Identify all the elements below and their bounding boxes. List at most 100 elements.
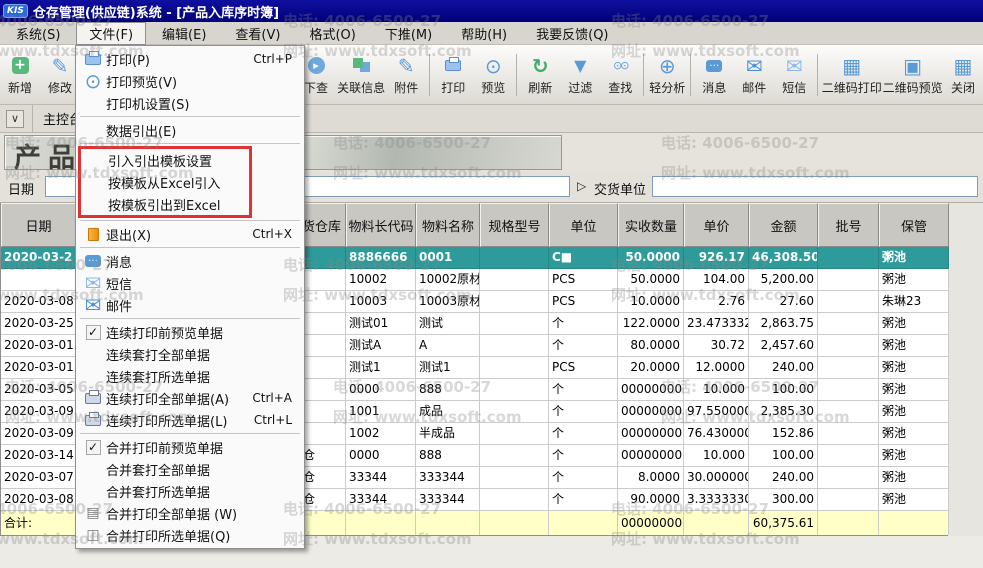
cell-batch (818, 269, 879, 291)
column-header-金额[interactable]: 金额 (749, 203, 818, 247)
column-header-保管[interactable]: 保管 (879, 203, 949, 247)
menu-item-合并打印前预览单据[interactable]: ✓合并打印前预览单据 (76, 436, 304, 458)
menu-item-连续打印全部单据(A)[interactable]: 连续打印全部单据(A)Ctrl+A (76, 387, 304, 409)
toolbar-button-过滤[interactable]: ▼过滤 (560, 48, 600, 102)
menu-shortcut: Ctrl+A (252, 391, 304, 405)
toolbar-button-邮件[interactable]: ✉邮件 (734, 48, 774, 102)
cell-unit: 个 (549, 445, 618, 467)
check-icon: ✓ (80, 325, 106, 340)
menubar-item-查看(V)[interactable]: 查看(V) (222, 22, 293, 45)
toolbar-button-二维码打印[interactable]: ▦二维码打印 (821, 48, 882, 102)
cell-name: 半成品 (416, 423, 480, 445)
toolbar-button-附件[interactable]: ✎附件 (386, 48, 426, 102)
toolbar-button-label: 刷新 (528, 79, 552, 96)
toolbar-button-label: 新增 (8, 79, 32, 96)
toolbar-button-打印[interactable]: 打印 (433, 48, 473, 102)
cell-price: 104.00 (684, 269, 749, 291)
total-cell-amount: 60,375.61 (749, 511, 818, 535)
toolbar-button-label: 关联信息 (337, 79, 385, 96)
cell-price: 12.0000 (684, 357, 749, 379)
cell-date: 2020-03-08 (1, 291, 76, 313)
column-header-单位[interactable]: 单位 (549, 203, 618, 247)
add-icon: + (12, 57, 29, 74)
menu-item-数据引出(E)[interactable]: 数据引出(E) (76, 119, 304, 141)
toolbar-button-查找[interactable]: ⊙⊙查找 (600, 48, 640, 102)
menu-item-按模板引出到Excel[interactable]: 按模板引出到Excel (81, 193, 249, 215)
expand-arrow-icon[interactable]: ▷ (577, 179, 586, 193)
menu-item-连续打印前预览单据[interactable]: ✓连续打印前预览单据 (76, 321, 304, 343)
attach-icon: ✎ (398, 54, 415, 78)
toolbar-separator (429, 54, 430, 96)
cell-amount: 300.00 (749, 489, 818, 511)
toolbar-button-刷新[interactable]: ↻刷新 (520, 48, 560, 102)
toolbar-button-新增[interactable]: + 新增 (0, 48, 40, 102)
menu-item-连续套打所选单据[interactable]: 连续套打所选单据 (76, 365, 304, 387)
book-icon: ▤ (86, 505, 99, 521)
toolbar-separator (817, 54, 818, 96)
menu-item-短信[interactable]: ✉短信 (76, 272, 304, 294)
column-header-实收数量[interactable]: 实收数量 (618, 203, 684, 247)
menubar-item-我要反馈(Q)[interactable]: 我要反馈(Q) (523, 22, 621, 45)
menu-separator (80, 318, 300, 319)
menubar-item-文件(F)[interactable]: 文件(F) (76, 22, 146, 45)
column-header-物料名称[interactable]: 物料名称 (416, 203, 480, 247)
sms-icon: ✉ (80, 271, 106, 295)
column-header-单价[interactable]: 单价 (684, 203, 749, 247)
menubar-item-编辑(E)[interactable]: 编辑(E) (149, 22, 219, 45)
toolbar-button-label: 邮件 (742, 79, 766, 96)
menu-item-打印(P)[interactable]: 打印(P)Ctrl+P (76, 48, 304, 70)
menubar-item-下推(M)[interactable]: 下推(M) (372, 22, 445, 45)
menu-item-引入引出模板设置[interactable]: 引入引出模板设置 (81, 149, 249, 171)
toolbar-button-label: 二维码预览 (883, 79, 943, 96)
column-header-规格型号[interactable]: 规格型号 (480, 203, 549, 247)
cell-code: 0000 (346, 379, 416, 401)
toolbar-button-预览[interactable]: ⊙预览 (473, 48, 513, 102)
cell-qty: 0000000000 (618, 445, 684, 467)
menu-item-打印预览(V)[interactable]: ⊙打印预览(V) (76, 70, 304, 92)
related-info-icon (353, 58, 363, 68)
toolbar-button-label: 预览 (481, 79, 505, 96)
total-cell-name (416, 511, 480, 535)
menu-item-邮件[interactable]: ✉邮件 (76, 294, 304, 316)
toolbar-button-label: 附件 (394, 79, 418, 96)
column-header-物料长代码[interactable]: 物料长代码 (346, 203, 416, 247)
cell-qty: 122.0000 (618, 313, 684, 335)
chevron-down-icon[interactable]: ∨ (6, 110, 24, 128)
cell-keeper: 粥池 (879, 247, 949, 269)
menu-item-合并打印全部单据 (W)[interactable]: ▤合并打印全部单据 (W) (76, 502, 304, 524)
delivery-unit-input[interactable] (652, 176, 978, 197)
cell-keeper: 粥池 (879, 423, 949, 445)
toolbar-button-二维码预览[interactable]: ▣二维码预览 (882, 48, 943, 102)
menu-item-label: 连续打印所选单据(L) (106, 411, 227, 430)
menu-item-退出(X)[interactable]: 退出(X)Ctrl+X (76, 223, 304, 245)
toolbar-button-消息[interactable]: …消息 (694, 48, 734, 102)
menu-item-消息[interactable]: …消息 (76, 250, 304, 272)
menu-item-label: 打印机设置(S) (106, 94, 189, 113)
cell-batch (818, 401, 879, 423)
menubar-item-系统(S)[interactable]: 系统(S) (3, 22, 73, 45)
cell-price: 2.76 (684, 291, 749, 313)
toolbar-button-关闭[interactable]: ▦关闭 (943, 48, 983, 102)
toolbar-button-修改[interactable]: ✎修改 (40, 48, 80, 102)
toolbar-button-关联信息[interactable]: 关联信息 (336, 48, 386, 102)
menu-item-连续套打全部单据[interactable]: 连续套打全部单据 (76, 343, 304, 365)
column-header-日期[interactable]: 日期 (1, 203, 76, 247)
column-header-批号[interactable]: 批号 (818, 203, 879, 247)
toolbar-button-轻分析[interactable]: ⊕轻分析 (647, 48, 687, 102)
menu-item-按模板从Excel引入[interactable]: 按模板从Excel引入 (81, 171, 249, 193)
cell-name: 333344 (416, 489, 480, 511)
cell-price: 10.000 (684, 379, 749, 401)
cell-batch (818, 379, 879, 401)
menu-item-合并套打所选单据[interactable]: 合并套打所选单据 (76, 480, 304, 502)
menubar-item-格式(O)[interactable]: 格式(O) (296, 22, 368, 45)
menu-item-打印机设置(S)[interactable]: 打印机设置(S) (76, 92, 304, 114)
menu-item-合并套打全部单据[interactable]: 合并套打全部单据 (76, 458, 304, 480)
cell-date (1, 269, 76, 291)
menu-item-合并打印所选单据(Q)[interactable]: ◫合并打印所选单据(Q) (76, 524, 304, 546)
menu-shortcut: Ctrl+P (253, 52, 304, 66)
menubar-item-帮助(H)[interactable]: 帮助(H) (448, 22, 520, 45)
toolbar-button-短信[interactable]: ✉短信 (774, 48, 814, 102)
menu-item-连续打印所选单据(L)[interactable]: 连续打印所选单据(L)Ctrl+L (76, 409, 304, 431)
menu-separator (80, 220, 300, 221)
total-cell-unit (549, 511, 618, 535)
